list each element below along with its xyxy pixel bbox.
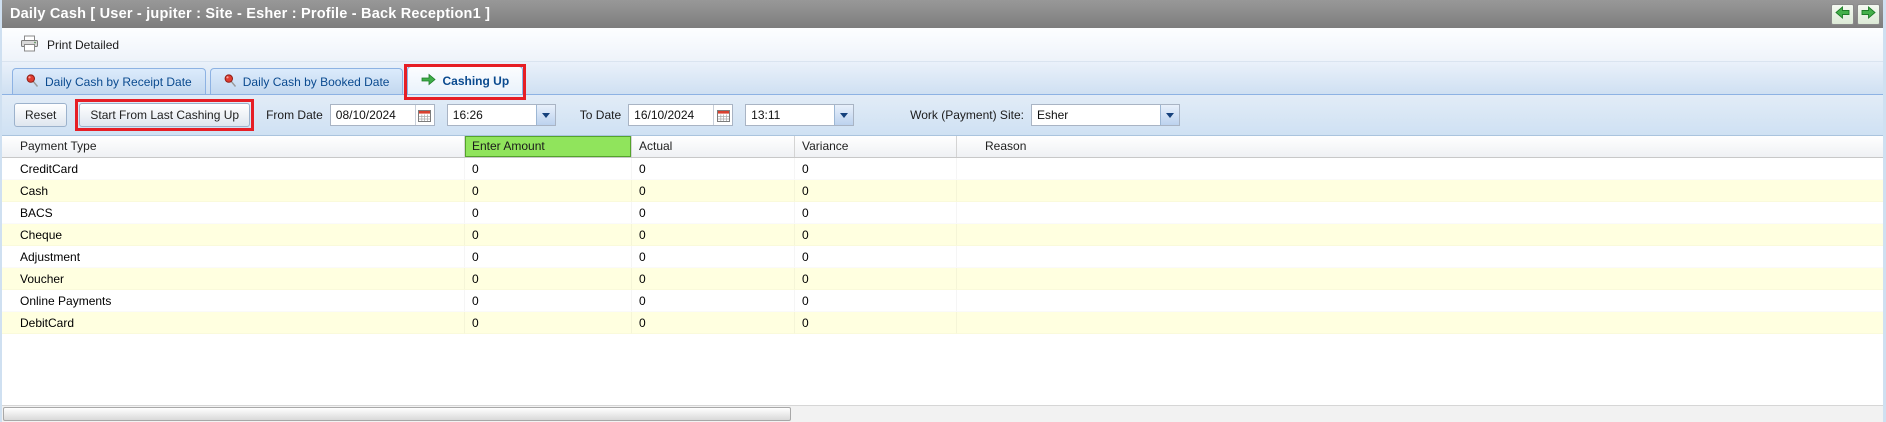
print-detailed-button[interactable]: Print Detailed bbox=[14, 33, 125, 57]
cell-variance: 0 bbox=[795, 268, 957, 290]
cell-payment-type: Adjustment bbox=[2, 246, 465, 268]
printer-icon bbox=[20, 35, 39, 55]
column-header-enter-amount[interactable]: Enter Amount bbox=[465, 136, 632, 157]
table-row[interactable]: CreditCard 0 0 0 bbox=[2, 158, 1883, 180]
cell-actual: 0 bbox=[632, 290, 795, 312]
cell-enter-amount[interactable]: 0 bbox=[465, 202, 632, 224]
cell-payment-type: Cheque bbox=[2, 224, 465, 246]
cell-actual: 0 bbox=[632, 246, 795, 268]
table-row[interactable]: Cash 0 0 0 bbox=[2, 180, 1883, 202]
column-header-variance[interactable]: Variance bbox=[795, 136, 957, 157]
cell-actual: 0 bbox=[632, 158, 795, 180]
tab-daily-cash-by-receipt-date[interactable]: Daily Cash by Receipt Date bbox=[12, 68, 206, 94]
tab-label: Daily Cash by Booked Date bbox=[242, 74, 390, 89]
to-date-input[interactable] bbox=[629, 105, 714, 125]
pin-icon bbox=[26, 73, 39, 90]
cell-payment-type: CreditCard bbox=[2, 158, 465, 180]
to-date-calendar-icon[interactable] bbox=[713, 105, 733, 125]
column-header-reason[interactable]: Reason bbox=[957, 136, 1883, 157]
cell-variance: 0 bbox=[795, 158, 957, 180]
cell-payment-type: Online Payments bbox=[2, 290, 465, 312]
tab-bar: Daily Cash by Receipt Date Daily Cash by… bbox=[2, 62, 1883, 100]
cell-payment-type: DebitCard bbox=[2, 312, 465, 334]
cell-reason bbox=[957, 180, 1883, 202]
arrow-right-icon bbox=[1861, 6, 1876, 22]
horizontal-scrollbar[interactable] bbox=[2, 405, 1883, 422]
table-row[interactable]: DebitCard 0 0 0 bbox=[2, 312, 1883, 334]
table-row[interactable]: BACS 0 0 0 bbox=[2, 202, 1883, 224]
cell-actual: 0 bbox=[632, 202, 795, 224]
column-header-payment-type[interactable]: Payment Type bbox=[2, 136, 465, 157]
work-payment-site-label: Work (Payment) Site: bbox=[910, 108, 1024, 122]
cell-variance: 0 bbox=[795, 202, 957, 224]
from-date-calendar-icon[interactable] bbox=[414, 105, 434, 125]
nav-forward-button[interactable] bbox=[1857, 3, 1880, 25]
to-time-combo bbox=[745, 104, 855, 126]
daily-cash-window: Daily Cash [ User - jupiter : Site - Esh… bbox=[0, 0, 1886, 422]
work-payment-site-input[interactable] bbox=[1031, 105, 1160, 125]
table-row[interactable]: Cheque 0 0 0 bbox=[2, 224, 1883, 246]
arrow-left-icon bbox=[1835, 6, 1850, 22]
cell-actual: 0 bbox=[632, 180, 795, 202]
cell-enter-amount[interactable]: 0 bbox=[465, 224, 632, 246]
cell-enter-amount[interactable]: 0 bbox=[465, 268, 632, 290]
to-date-field bbox=[628, 104, 734, 126]
pin-icon bbox=[224, 73, 237, 90]
cell-actual: 0 bbox=[632, 224, 795, 246]
from-date-input[interactable] bbox=[330, 105, 415, 125]
table-header-row: Payment Type Enter Amount Actual Varianc… bbox=[2, 136, 1883, 158]
title-bar: Daily Cash [ User - jupiter : Site - Esh… bbox=[2, 0, 1883, 28]
cell-variance: 0 bbox=[795, 224, 957, 246]
tab-label: Cashing Up bbox=[442, 73, 510, 88]
cell-actual: 0 bbox=[632, 312, 795, 334]
from-time-input[interactable] bbox=[447, 105, 536, 125]
cell-enter-amount[interactable]: 0 bbox=[465, 290, 632, 312]
cell-variance: 0 bbox=[795, 246, 957, 268]
cell-payment-type: Voucher bbox=[2, 268, 465, 290]
table-row[interactable]: Adjustment 0 0 0 bbox=[2, 246, 1883, 268]
cell-reason bbox=[957, 246, 1883, 268]
cell-enter-amount[interactable]: 0 bbox=[465, 158, 632, 180]
table-body: CreditCard 0 0 0 Cash 0 0 0 BACS 0 0 0 C… bbox=[2, 158, 1883, 334]
toolbar: Print Detailed bbox=[2, 28, 1883, 62]
print-detailed-label: Print Detailed bbox=[47, 37, 120, 52]
table-row[interactable]: Voucher 0 0 0 bbox=[2, 268, 1883, 290]
from-date-label: From Date bbox=[266, 108, 323, 122]
cell-reason bbox=[957, 202, 1883, 224]
cell-reason bbox=[957, 224, 1883, 246]
column-header-actual[interactable]: Actual bbox=[632, 136, 795, 157]
cell-reason bbox=[957, 312, 1883, 334]
start-from-last-cashing-up-button[interactable]: Start From Last Cashing Up bbox=[79, 103, 251, 127]
cell-reason bbox=[957, 290, 1883, 312]
cell-reason bbox=[957, 158, 1883, 180]
cell-enter-amount[interactable]: 0 bbox=[465, 246, 632, 268]
cell-variance: 0 bbox=[795, 180, 957, 202]
to-date-label: To Date bbox=[579, 108, 622, 122]
cashing-up-icon bbox=[421, 73, 437, 89]
scrollbar-thumb[interactable] bbox=[3, 407, 791, 421]
chevron-down-icon[interactable] bbox=[1159, 105, 1179, 125]
tab-cashing-up[interactable]: Cashing Up bbox=[404, 64, 527, 100]
cell-enter-amount[interactable]: 0 bbox=[465, 180, 632, 202]
tab-daily-cash-by-booked-date[interactable]: Daily Cash by Booked Date bbox=[209, 68, 404, 94]
cell-variance: 0 bbox=[795, 290, 957, 312]
cell-reason bbox=[957, 268, 1883, 290]
window-title: Daily Cash [ User - jupiter : Site - Esh… bbox=[10, 6, 491, 22]
chevron-down-icon[interactable] bbox=[535, 105, 555, 125]
cell-payment-type: Cash bbox=[2, 180, 465, 202]
tab-label: Daily Cash by Receipt Date bbox=[45, 74, 192, 89]
from-time-combo bbox=[446, 104, 556, 126]
filter-toolbar: Reset Start From Last Cashing Up From Da… bbox=[2, 95, 1883, 136]
cell-variance: 0 bbox=[795, 312, 957, 334]
cell-payment-type: BACS bbox=[2, 202, 465, 224]
table-row[interactable]: Online Payments 0 0 0 bbox=[2, 290, 1883, 312]
chevron-down-icon[interactable] bbox=[834, 105, 854, 125]
from-date-field bbox=[329, 104, 435, 126]
cell-actual: 0 bbox=[632, 268, 795, 290]
cell-enter-amount[interactable]: 0 bbox=[465, 312, 632, 334]
reset-button[interactable]: Reset bbox=[14, 103, 68, 127]
to-time-input[interactable] bbox=[746, 105, 835, 125]
work-payment-site-combo bbox=[1030, 104, 1180, 126]
nav-back-button[interactable] bbox=[1831, 3, 1854, 25]
